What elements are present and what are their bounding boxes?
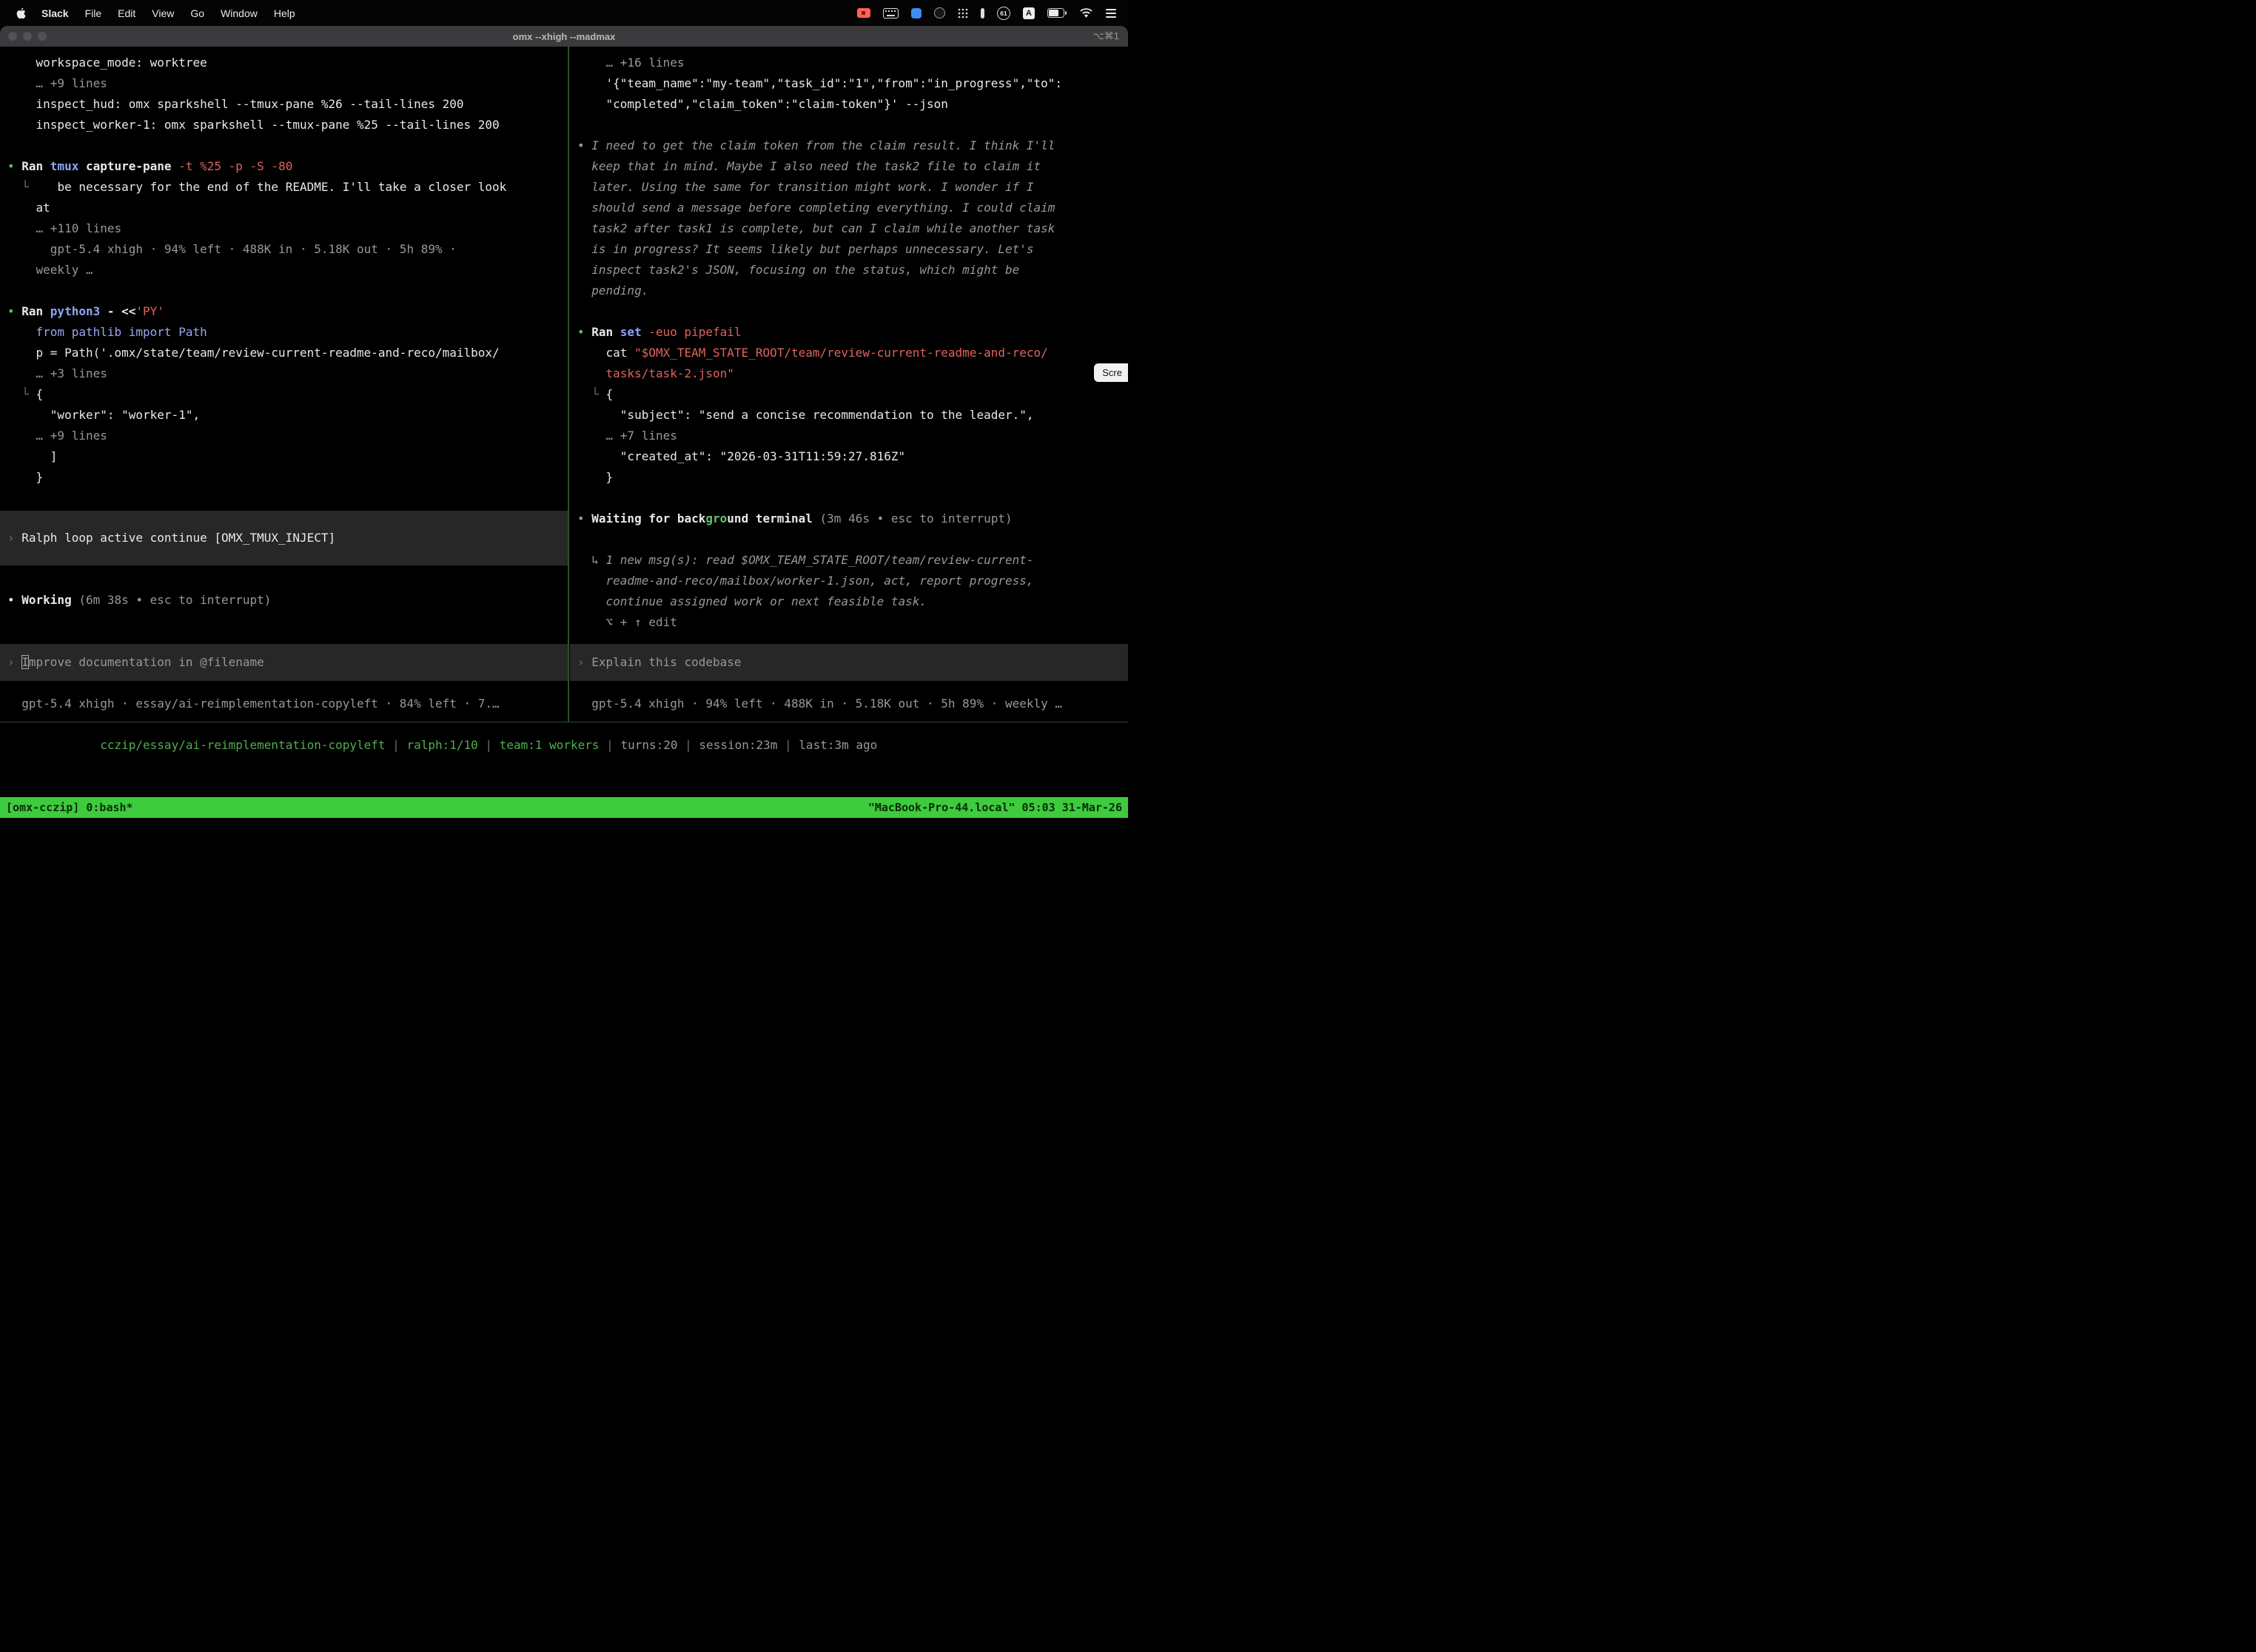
terminal-line: inspect_hud: omx sparkshell --tmux-pane …: [7, 94, 560, 115]
menubar-status-icons: 61 A: [857, 7, 1119, 20]
terminal-line: is in progress? It seems likely but perh…: [577, 239, 1121, 260]
input-source-label: A: [1026, 9, 1032, 18]
input-source-icon[interactable]: A: [1023, 7, 1035, 19]
terminal-line: … +16 lines: [577, 53, 1121, 73]
screenshot-popover[interactable]: Scre: [1094, 363, 1128, 382]
terminal-line: [577, 301, 1121, 322]
prompt-input-left[interactable]: › Improve documentation in @filename: [0, 644, 568, 681]
screen-recording-icon[interactable]: [857, 8, 870, 18]
terminal-line: inspect_worker-1: omx sparkshell --tmux-…: [7, 115, 560, 135]
terminal-line: [577, 488, 1121, 508]
prompt-input-right[interactable]: › Explain this codebase: [570, 644, 1128, 681]
terminal-line: inspect task2's JSON, focusing on the st…: [577, 260, 1121, 281]
terminal[interactable]: workspace_mode: worktree … +9 lines insp…: [0, 47, 1128, 722]
terminal-line: tasks/task-2.json": [577, 363, 1121, 384]
terminal-line: └ {: [7, 384, 560, 405]
terminal-line: [577, 115, 1121, 135]
battery-badge-icon[interactable]: 61: [997, 7, 1010, 20]
window-shortcut: ⌥⌘1: [1093, 30, 1128, 42]
tmux-host-clock: "MacBook-Pro-44.local" 05:03 31-Mar-26: [868, 801, 1122, 814]
terminal-line: from pathlib import Path: [7, 322, 560, 343]
close-button[interactable]: [8, 32, 17, 41]
terminal-line: p = Path('.omx/state/team/review-current…: [7, 343, 560, 363]
terminal-line: }: [577, 467, 1121, 488]
terminal-line: • Ran set -euo pipefail: [577, 322, 1121, 343]
terminal-line: … +9 lines: [7, 426, 560, 446]
window-title: omx --xhigh --madmax: [0, 31, 1128, 42]
terminal-line: • Ran tmux capture-pane -t %25 -p -S -80: [7, 156, 560, 177]
omx-statusline: [OMX#0.11.9] cczip/essay/ai-reimplementa…: [7, 735, 1128, 756]
terminal-line: gpt-5.4 xhigh · 94% left · 488K in · 5.1…: [7, 239, 560, 260]
window-controls: [0, 32, 47, 41]
terminal-line: ⌥ + ↑ edit: [577, 612, 1121, 633]
menu-item-window[interactable]: Window: [212, 7, 266, 19]
terminal-line: ↳ 1 new msg(s): read $OMX_TEAM_STATE_ROO…: [577, 550, 1121, 571]
terminal-pane-right[interactable]: … +16 lines '{"team_name":"my-team","tas…: [570, 47, 1128, 722]
window-titlebar[interactable]: omx --xhigh --madmax ⌥⌘1: [0, 26, 1128, 47]
terminal-line: cat "$OMX_TEAM_STATE_ROOT/team/review-cu…: [577, 343, 1121, 363]
wifi-icon[interactable]: [1079, 8, 1093, 19]
terminal-line: at: [7, 198, 560, 218]
ralph-loop-banner[interactable]: › Ralph loop active continue [OMX_TMUX_I…: [0, 511, 568, 565]
menubar: Slack FileEditViewGoWindowHelp 61 A: [0, 0, 1128, 26]
terminal-line: task2 after task1 is complete, but can I…: [577, 218, 1121, 239]
keyboard-icon[interactable]: [883, 8, 899, 19]
terminal-line: "completed","claim_token":"claim-token"}…: [577, 94, 1121, 115]
terminal-line: '{"team_name":"my-team","task_id":"1","f…: [577, 73, 1121, 94]
pane-status-right: gpt-5.4 xhigh · 94% left · 488K in · 5.1…: [577, 694, 1121, 714]
terminal-line: readme-and-reco/mailbox/worker-1.json, a…: [577, 571, 1121, 591]
menu-item-go[interactable]: Go: [182, 7, 212, 19]
tmux-session-label: [omx-cczip] 0:bash*: [6, 801, 133, 814]
key-icon[interactable]: [981, 8, 984, 19]
terminal-line: • Working (6m 38s • esc to interrupt): [7, 590, 560, 611]
terminal-line: [7, 281, 560, 301]
terminal-line: • I need to get the claim token from the…: [577, 135, 1121, 156]
terminal-line: • Waiting for background terminal (3m 46…: [577, 508, 1121, 529]
terminal-line: "subject": "send a concise recommendatio…: [577, 405, 1121, 426]
active-app-name[interactable]: Slack: [33, 7, 77, 19]
menu-item-edit[interactable]: Edit: [110, 7, 144, 19]
terminal-line: workspace_mode: worktree: [7, 53, 560, 73]
battery-badge-value: 61: [1000, 10, 1007, 17]
pane-status-left: gpt-5.4 xhigh · essay/ai-reimplementatio…: [7, 694, 560, 714]
terminal-line: keep that in mind. Maybe I also need the…: [577, 156, 1121, 177]
terminal-line: }: [7, 467, 560, 488]
terminal-line: └ be necessary for the end of the README…: [7, 177, 560, 198]
minimize-button[interactable]: [23, 32, 32, 41]
dots-grid-icon[interactable]: [958, 8, 968, 19]
terminal-line: pending.: [577, 281, 1121, 301]
terminal-line: [7, 488, 560, 508]
terminal-line: … +110 lines: [7, 218, 560, 239]
terminal-line: later. Using the same for transition mig…: [577, 177, 1121, 198]
list-icon[interactable]: [1106, 9, 1116, 18]
terminal-line: "created_at": "2026-03-31T11:59:27.816Z": [577, 446, 1121, 467]
terminal-line: weekly …: [7, 260, 560, 281]
terminal-line: should send a message before completing …: [577, 198, 1121, 218]
terminal-pane-left[interactable]: workspace_mode: worktree … +9 lines insp…: [0, 47, 568, 722]
battery-icon[interactable]: [1047, 8, 1067, 18]
terminal-line: [577, 529, 1121, 550]
tmux-statusbar: [omx-cczip] 0:bash* "MacBook-Pro-44.loca…: [0, 797, 1128, 818]
terminal-line: … +3 lines: [7, 363, 560, 384]
terminal-line: continue assigned work or next feasible …: [577, 591, 1121, 612]
terminal-line: • Ran python3 - <<'PY': [7, 301, 560, 322]
terminal-window: omx --xhigh --madmax ⌥⌘1 workspace_mode:…: [0, 26, 1128, 826]
menu-item-view[interactable]: View: [144, 7, 182, 19]
dark-app-icon[interactable]: [934, 7, 945, 19]
menu-item-help[interactable]: Help: [266, 7, 303, 19]
terminal-line: [7, 135, 560, 156]
terminal-line: … +9 lines: [7, 73, 560, 94]
terminal-line: ]: [7, 446, 560, 467]
menubar-menus: Slack FileEditViewGoWindowHelp: [9, 7, 303, 19]
pane-divider[interactable]: [568, 47, 569, 722]
menu-item-file[interactable]: File: [77, 7, 110, 19]
apple-logo-icon: [16, 7, 26, 19]
terminal-line: └ {: [577, 384, 1121, 405]
terminal-line: … +7 lines: [577, 426, 1121, 446]
terminal-line: "worker": "worker-1",: [7, 405, 560, 426]
apple-logo-icon[interactable]: [9, 7, 33, 19]
zoom-button[interactable]: [38, 32, 47, 41]
blue-app-icon[interactable]: [911, 8, 921, 19]
